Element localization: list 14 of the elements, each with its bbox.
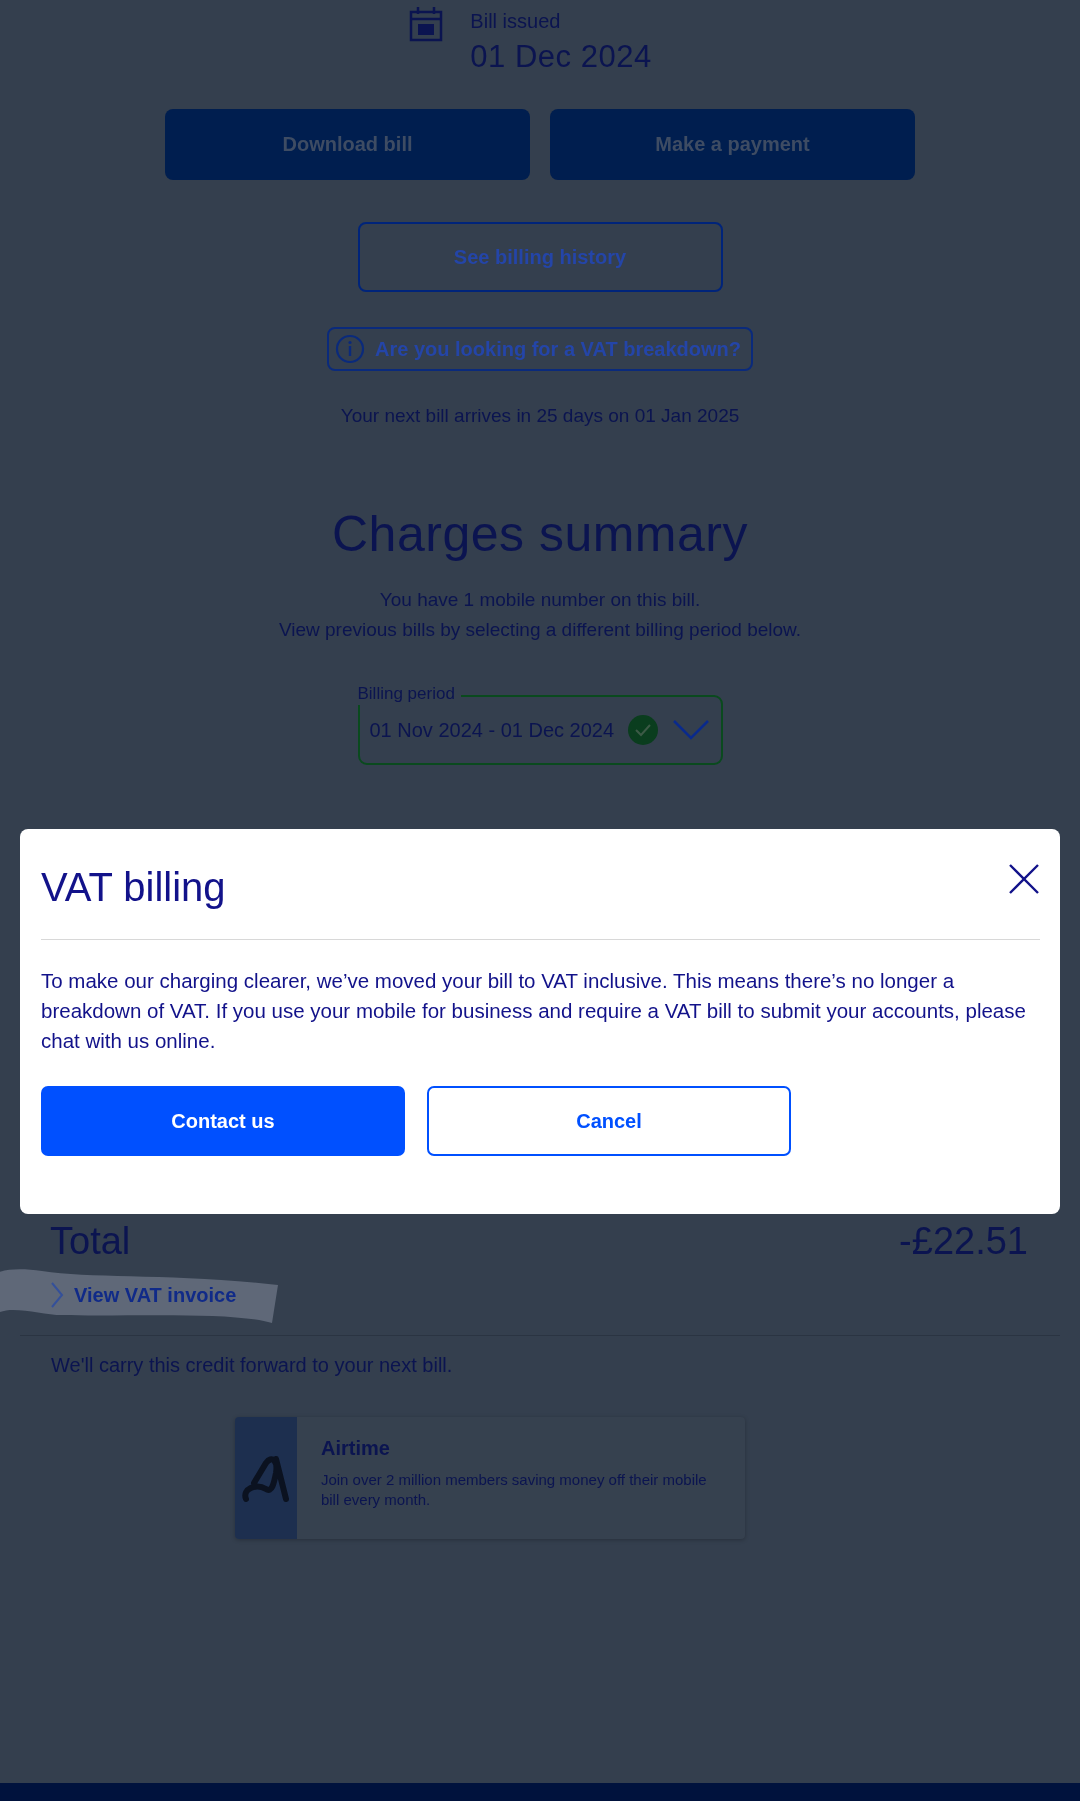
calendar-icon: [408, 6, 445, 42]
info-icon: [335, 334, 365, 364]
contact-button[interactable]: Contact us: [41, 1086, 405, 1156]
dialog-message: To make our charging clearer, we’ve moved your bill to VAT inclusive. This means there’s no longer a breakdown of VAT. If you use your mobile for business and require a VAT bill to submit your accounts, please chat with us online.: [41, 968, 1027, 1054]
dialog-title: VAT billing: [41, 863, 226, 910]
script-logo-icon: [241, 1453, 290, 1503]
close-icon[interactable]: [1008, 863, 1040, 895]
payment-button[interactable]: Make a payment: [550, 109, 915, 180]
download-button[interactable]: Download bill: [165, 109, 530, 180]
chevron-down-icon: [672, 719, 711, 741]
billing-history-button[interactable]: See billing history: [357, 222, 723, 292]
cancel-button[interactable]: Cancel: [427, 1086, 791, 1156]
vat-breakdown-button[interactable]: Are you looking for a VAT breakdown?: [327, 327, 753, 371]
chevron-right-icon: [50, 1281, 64, 1309]
